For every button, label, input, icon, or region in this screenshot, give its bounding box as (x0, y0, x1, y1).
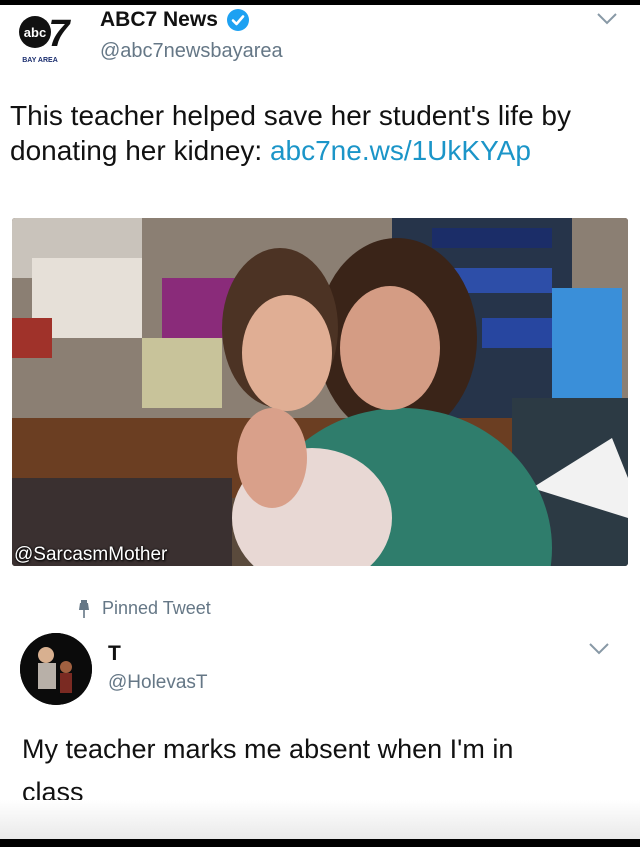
tweet-link[interactable]: abc7ne.ws/1UkKYAp (270, 135, 531, 166)
bottom-shade (0, 800, 640, 840)
abc-logo-subtext: BAY AREA (22, 57, 58, 64)
abc-logo-text: abc (24, 25, 46, 40)
chevron-down-icon[interactable] (588, 642, 610, 656)
tweet-text: This teacher helped save her student's l… (10, 98, 630, 168)
account-handle[interactable]: @abc7newsbayarea (100, 40, 283, 63)
abc7-avatar[interactable]: abc 7 BAY AREA (14, 10, 80, 68)
pinned-label-row: Pinned Tweet (78, 598, 211, 619)
bottom-edge (0, 839, 640, 847)
top-edge (0, 0, 640, 5)
user-avatar[interactable] (20, 633, 92, 705)
tweet-photo[interactable] (12, 218, 628, 566)
chevron-down-icon[interactable] (596, 12, 618, 26)
pin-icon (79, 599, 89, 618)
photo-watermark: @SarcasmMother (14, 544, 168, 565)
verified-badge-icon (226, 9, 249, 31)
pinned-label: Pinned Tweet (102, 598, 211, 618)
account-name-text[interactable]: ABC7 News (100, 8, 218, 32)
pinned-account-handle[interactable]: @HolevasT (108, 672, 208, 694)
abc-logo-number: 7 (48, 13, 71, 55)
account-name[interactable]: ABC7 News (100, 8, 250, 32)
pinned-account-name[interactable]: T (108, 642, 121, 666)
